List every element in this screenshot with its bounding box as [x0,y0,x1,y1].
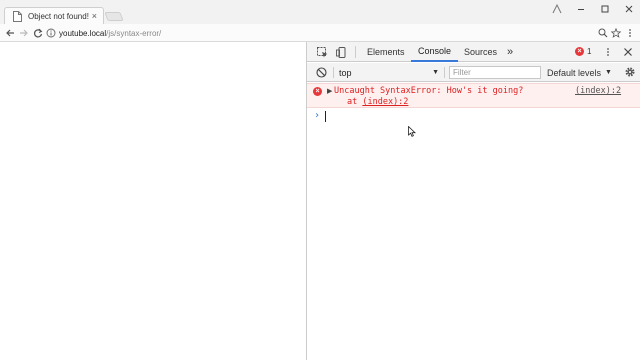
gear-icon[interactable] [623,65,637,79]
browser-toolbar: youtube.local/js/syntax-error/ [0,24,640,42]
title-bar: Object not found! × [0,0,640,24]
error-icon: × [313,87,322,96]
menu-icon[interactable] [623,26,637,40]
new-tab-button[interactable] [104,12,124,21]
expand-triangle-icon[interactable]: ▶ [327,87,332,95]
tab-elements[interactable]: Elements [367,42,405,62]
star-icon[interactable] [609,26,623,40]
back-icon[interactable] [3,26,17,40]
info-icon[interactable] [46,28,56,38]
zoom-icon[interactable] [596,26,610,40]
error-text: Uncaught SyntaxError: How's it going? [334,86,524,96]
inspect-element-icon[interactable] [315,45,329,59]
page-viewport[interactable] [0,42,306,360]
stack-at: at [347,97,363,107]
devtools-tabbar: Elements Console Sources » × 1 [307,42,640,62]
error-count-badge[interactable]: × 1 [575,47,591,56]
error-icon: × [575,47,584,56]
tab-close-icon[interactable]: × [92,11,97,21]
page-icon [13,10,22,22]
console-output[interactable]: × ▶ Uncaught SyntaxError: How's it going… [307,82,640,360]
context-select[interactable]: top ▼ [339,66,439,79]
console-prompt[interactable]: › [307,110,640,124]
mouse-pointer-icon [408,125,416,140]
error-count: 1 [587,47,592,56]
log-levels-select[interactable]: Default levels ▼ [547,66,612,79]
chevron-down-icon: ▼ [432,69,439,76]
tab-title: Object not found! [28,11,89,21]
tab-separator [355,46,356,58]
chevron-down-icon: ▼ [605,69,612,76]
source-link[interactable]: (index):2 [575,86,621,96]
settings-more-icon[interactable] [601,45,615,59]
maximize-icon[interactable] [596,2,614,16]
close-icon[interactable] [620,2,638,16]
browser-tab[interactable]: Object not found! × [4,7,104,24]
address-bar[interactable]: youtube.local/js/syntax-error/ [46,26,624,40]
forward-icon[interactable] [17,26,31,40]
minimize-icon[interactable] [572,2,590,16]
prompt-chevron-icon: › [314,110,321,121]
url-host: youtube.local [59,28,107,38]
stack-link[interactable]: (index):2 [362,97,408,107]
tab-console[interactable]: Console [411,42,459,62]
clear-console-icon[interactable] [314,65,328,79]
console-filter-bar: top ▼ Default levels ▼ [307,63,640,82]
reload-icon[interactable] [31,26,45,40]
text-cursor [325,111,326,122]
devtools-panel: Elements Console Sources » × 1 top ▼ Def… [306,42,640,360]
tab-sources[interactable]: Sources [464,42,497,62]
filter-separator [444,67,445,78]
levels-label: Default levels [547,67,602,78]
close-devtools-icon[interactable] [621,45,635,59]
context-value: top [339,67,352,78]
filter-separator [333,67,334,78]
stack-frame: at (index):2 [347,97,408,107]
user-icon[interactable] [548,2,566,16]
device-toolbar-icon[interactable] [334,45,348,59]
filter-input[interactable] [449,66,541,79]
console-error-message[interactable]: × ▶ Uncaught SyntaxError: How's it going… [307,83,640,108]
more-tabs-button[interactable]: » [507,42,513,62]
url-path: /js/syntax-error/ [106,28,162,38]
